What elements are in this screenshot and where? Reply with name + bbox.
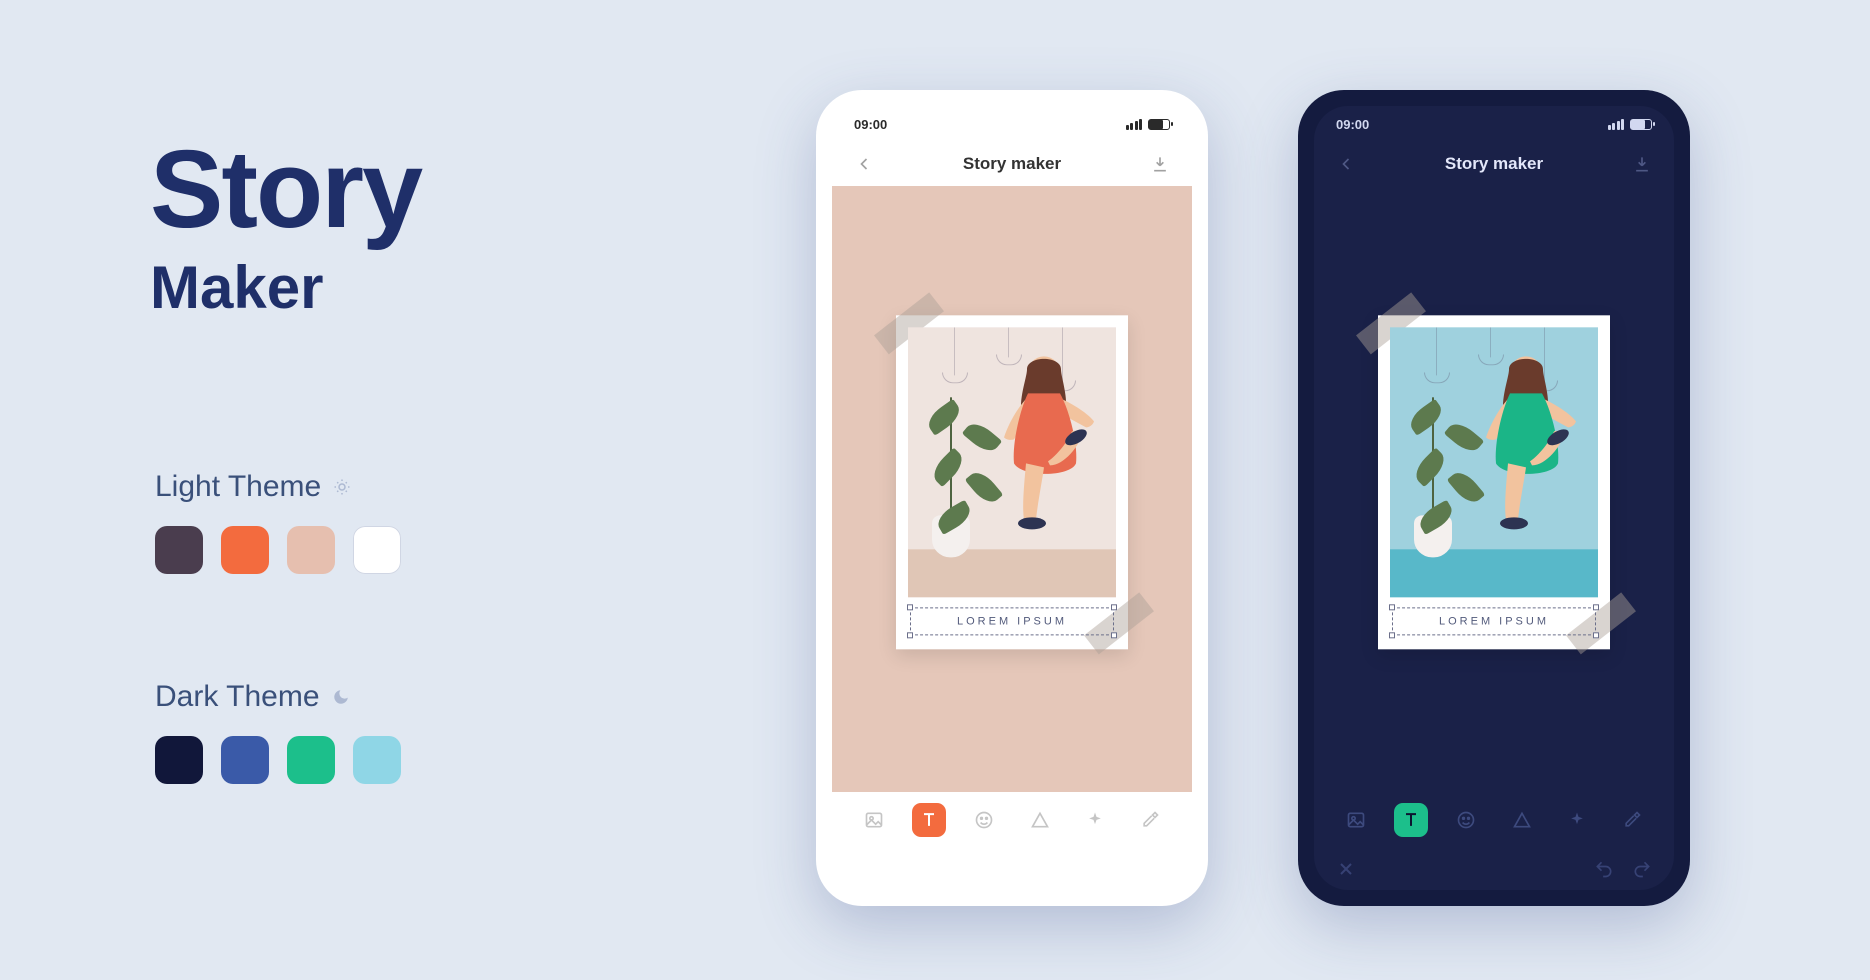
tool-image[interactable] bbox=[857, 803, 891, 837]
battery-icon bbox=[1630, 119, 1652, 130]
moon-icon bbox=[332, 688, 350, 706]
phone-mock-dark: 09:00 Story maker bbox=[1298, 90, 1690, 906]
illustration bbox=[908, 327, 1116, 597]
light-theme-block: Light Theme bbox=[155, 470, 401, 574]
swatch[interactable] bbox=[287, 736, 335, 784]
light-swatches bbox=[155, 526, 401, 574]
status-icons bbox=[1608, 119, 1653, 130]
download-icon[interactable] bbox=[1632, 154, 1652, 174]
header-title: Story maker bbox=[963, 154, 1061, 174]
light-theme-text: Light Theme bbox=[155, 470, 321, 504]
polaroid-photo[interactable]: LOREM IPSUM bbox=[1378, 315, 1610, 649]
redo-icon[interactable] bbox=[1150, 859, 1170, 879]
swatch[interactable] bbox=[155, 736, 203, 784]
tool-eyedropper[interactable] bbox=[1133, 803, 1167, 837]
swatch[interactable] bbox=[221, 526, 269, 574]
tool-image[interactable] bbox=[1339, 803, 1373, 837]
toolbar bbox=[832, 792, 1192, 848]
light-theme-label: Light Theme bbox=[155, 470, 401, 504]
polaroid-photo[interactable]: LOREM IPSUM bbox=[896, 315, 1128, 649]
page-subtitle: Maker bbox=[150, 253, 421, 322]
close-icon[interactable] bbox=[854, 859, 874, 879]
swatch[interactable] bbox=[353, 736, 401, 784]
redo-icon[interactable] bbox=[1632, 859, 1652, 879]
app-header: Story maker bbox=[1314, 142, 1674, 186]
status-icons bbox=[1126, 119, 1171, 130]
status-time: 09:00 bbox=[1336, 117, 1369, 132]
story-canvas[interactable]: LOREM IPSUM bbox=[832, 186, 1192, 792]
status-time: 09:00 bbox=[854, 117, 887, 132]
caption-text: LOREM IPSUM bbox=[1439, 615, 1549, 627]
dark-theme-text: Dark Theme bbox=[155, 680, 320, 714]
back-icon[interactable] bbox=[854, 154, 874, 174]
status-bar: 09:00 bbox=[1314, 106, 1674, 142]
caption-text-box[interactable]: LOREM IPSUM bbox=[910, 607, 1114, 635]
tool-text[interactable] bbox=[912, 803, 946, 837]
swatch[interactable] bbox=[287, 526, 335, 574]
app-header: Story maker bbox=[832, 142, 1192, 186]
dark-theme-label: Dark Theme bbox=[155, 680, 401, 714]
story-canvas[interactable]: LOREM IPSUM bbox=[1314, 186, 1674, 792]
caption-text: LOREM IPSUM bbox=[957, 615, 1067, 627]
toolbar bbox=[1314, 792, 1674, 848]
canvas-actions bbox=[1314, 848, 1674, 890]
status-bar: 09:00 bbox=[832, 106, 1192, 142]
battery-icon bbox=[1148, 119, 1170, 130]
signal-icon bbox=[1608, 119, 1625, 130]
sun-icon bbox=[333, 478, 351, 496]
signal-icon bbox=[1126, 119, 1143, 130]
tool-emoji[interactable] bbox=[1449, 803, 1483, 837]
swatch[interactable] bbox=[155, 526, 203, 574]
tool-shape[interactable] bbox=[1023, 803, 1057, 837]
swatch[interactable] bbox=[221, 736, 269, 784]
page-title-block: Story Maker bbox=[150, 135, 421, 322]
tool-eyedropper[interactable] bbox=[1615, 803, 1649, 837]
tool-sparkle[interactable] bbox=[1560, 803, 1594, 837]
tool-shape[interactable] bbox=[1505, 803, 1539, 837]
close-icon[interactable] bbox=[1336, 859, 1356, 879]
dark-swatches bbox=[155, 736, 401, 784]
page-title: Story bbox=[150, 135, 421, 245]
phone-mock-light: 09:00 Story maker bbox=[816, 90, 1208, 906]
tool-sparkle[interactable] bbox=[1078, 803, 1112, 837]
download-icon[interactable] bbox=[1150, 154, 1170, 174]
header-title: Story maker bbox=[1445, 154, 1543, 174]
tool-emoji[interactable] bbox=[967, 803, 1001, 837]
caption-text-box[interactable]: LOREM IPSUM bbox=[1392, 607, 1596, 635]
dark-theme-block: Dark Theme bbox=[155, 680, 401, 784]
back-icon[interactable] bbox=[1336, 154, 1356, 174]
canvas-actions bbox=[832, 848, 1192, 890]
tool-text[interactable] bbox=[1394, 803, 1428, 837]
undo-icon[interactable] bbox=[1112, 859, 1132, 879]
undo-icon[interactable] bbox=[1594, 859, 1614, 879]
illustration bbox=[1390, 327, 1598, 597]
swatch[interactable] bbox=[353, 526, 401, 574]
